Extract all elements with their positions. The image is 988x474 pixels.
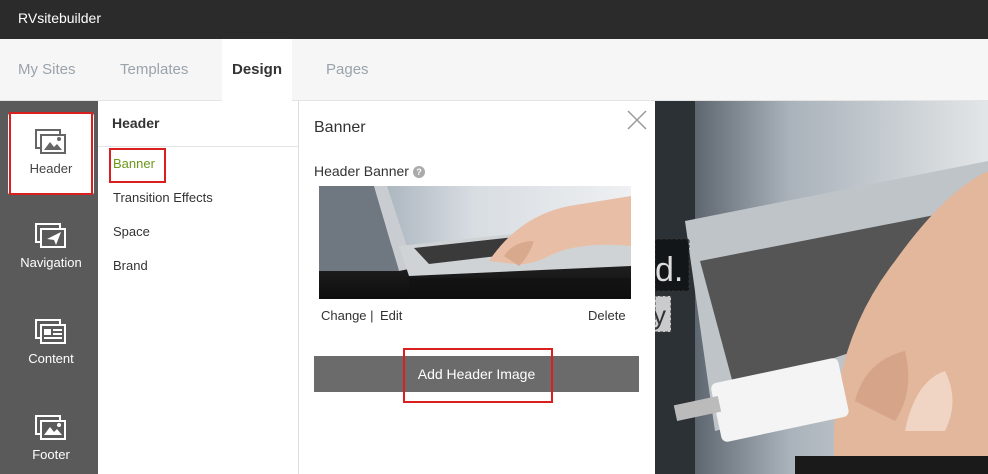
- header-banner-label: Header Banner?: [314, 163, 425, 179]
- preview-banner-image: d. y: [655, 101, 988, 474]
- add-header-image-button[interactable]: Add Header Image: [314, 356, 639, 392]
- change-link[interactable]: Change |: [321, 308, 374, 323]
- header-icon: [35, 129, 66, 154]
- submenu-divider: [98, 146, 298, 147]
- sidebar-item-label: Content: [28, 351, 74, 366]
- header-submenu: Header Banner Transition Effects Space B…: [98, 101, 299, 474]
- site-preview: d. y: [655, 101, 988, 474]
- submenu-title: Header: [112, 115, 160, 131]
- banner-thumbnail: [319, 186, 631, 299]
- tab-pages[interactable]: Pages: [326, 39, 369, 101]
- submenu-item-brand[interactable]: Brand: [113, 258, 148, 273]
- sidebar-item-label: Footer: [32, 447, 70, 462]
- design-sidebar: Header Navigation Content Footer: [0, 101, 98, 474]
- footer-icon: [35, 415, 66, 440]
- submenu-item-banner[interactable]: Banner: [113, 156, 155, 171]
- preview-text-fragment-2: y: [655, 300, 666, 330]
- sidebar-item-navigation[interactable]: Navigation: [8, 209, 94, 291]
- navigation-icon: [35, 223, 66, 248]
- sidebar-item-content[interactable]: Content: [8, 305, 94, 387]
- panel-title: Banner: [314, 119, 366, 136]
- sidebar-item-label: Navigation: [20, 255, 82, 270]
- banner-panel: Banner Header Banner? Change | Edit Dele…: [299, 101, 655, 474]
- main-nav: My Sites Templates Design Pages: [0, 39, 988, 101]
- submenu-item-transition-effects[interactable]: Transition Effects: [113, 190, 213, 205]
- delete-link[interactable]: Delete: [588, 308, 626, 323]
- app-topbar: RVsitebuilder: [0, 0, 988, 39]
- sidebar-item-header[interactable]: Header: [8, 113, 94, 195]
- tab-templates[interactable]: Templates: [120, 39, 188, 101]
- sidebar-item-label: Header: [29, 161, 73, 176]
- close-icon[interactable]: [626, 109, 648, 131]
- tab-design[interactable]: Design: [222, 39, 293, 101]
- submenu-item-space[interactable]: Space: [113, 224, 150, 239]
- header-banner-label-text: Header Banner: [314, 163, 409, 179]
- help-icon[interactable]: ?: [412, 166, 425, 179]
- sidebar-item-footer[interactable]: Footer: [8, 401, 94, 474]
- preview-text-fragment-1: d.: [655, 251, 683, 289]
- tab-my-sites[interactable]: My Sites: [18, 39, 76, 101]
- content-icon: [35, 319, 66, 344]
- app-title: RVsitebuilder: [18, 10, 102, 26]
- edit-link[interactable]: Edit: [380, 308, 402, 323]
